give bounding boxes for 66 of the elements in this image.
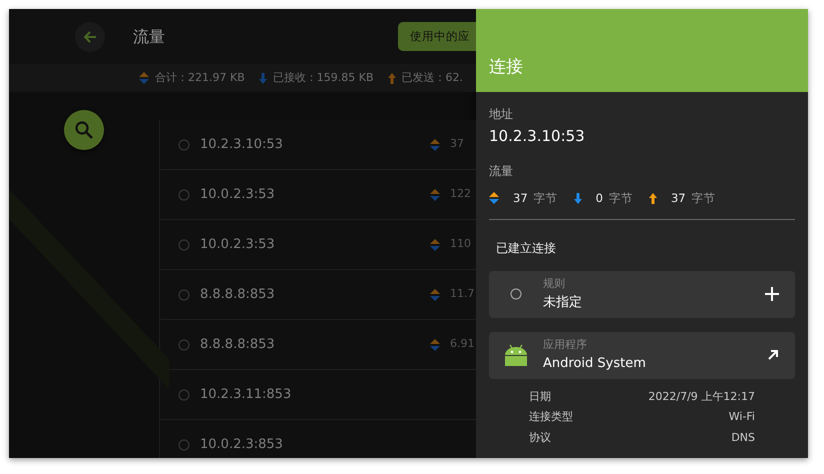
circle-icon <box>178 338 190 350</box>
app-tile[interactable]: 应用程序 Android System <box>489 332 795 379</box>
summary-stat: 合计：221.97 KB <box>155 70 245 86</box>
info-label: 连接类型 <box>529 409 573 426</box>
field-label: 流量 <box>489 162 514 180</box>
tile-label: 应用程序 <box>543 337 588 354</box>
plus-icon[interactable] <box>765 287 779 302</box>
connection-traffic: 110 <box>450 236 471 252</box>
info-value: 2022/7/9 上午12:17 <box>648 388 755 405</box>
connection-address: 10.0.2.3:53 <box>200 186 276 204</box>
up-down-arrows-icon <box>430 138 440 150</box>
circle-icon <box>178 438 190 450</box>
circle-icon <box>178 288 190 300</box>
address-value: 10.2.3.10:53 <box>489 126 586 147</box>
connection-status: 已建立连接 <box>496 240 557 257</box>
apps-in-use-button[interactable]: 使用中的应 <box>398 22 476 52</box>
info-label: 日期 <box>529 388 551 405</box>
back-arrow-icon <box>82 28 98 44</box>
tile-label: 规则 <box>543 276 566 292</box>
back-button[interactable] <box>75 22 105 52</box>
connection-traffic: 122 <box>450 186 471 202</box>
info-value: DNS <box>731 430 755 446</box>
traffic-amount: 0 <box>596 190 603 206</box>
connection-traffic: 6.91 <box>450 336 474 352</box>
info-value: Wi-Fi <box>728 409 755 426</box>
circle-icon <box>178 188 190 200</box>
traffic-amount: 37 <box>670 190 686 206</box>
connection-traffic: 37 <box>450 136 464 152</box>
info-label: 协议 <box>529 430 551 446</box>
up-arrow-icon <box>388 72 396 84</box>
down-arrow-icon <box>574 192 582 204</box>
up-down-arrows-icon <box>139 72 149 84</box>
tile-value: 未指定 <box>543 294 583 312</box>
circle-icon <box>510 288 522 300</box>
traffic-unit: 字节 <box>534 190 558 206</box>
tile-value: Android System <box>543 354 647 373</box>
page-title: 流量 <box>133 26 165 48</box>
traffic-amount: 37 <box>513 190 528 206</box>
circle-icon <box>178 238 190 250</box>
robot-icon <box>504 344 528 366</box>
summary-stat: 已发送：62. <box>402 70 463 86</box>
up-down-arrows-icon <box>430 338 440 350</box>
up-down-arrows-icon <box>430 238 440 250</box>
connection-address: 10.0.2.3:853 <box>200 436 284 454</box>
traffic-unit: 字节 <box>692 190 716 206</box>
circle-icon <box>178 388 190 400</box>
connection-address: 10.2.3.10:53 <box>200 136 284 154</box>
connection-address: 10.2.3.11:853 <box>200 386 292 404</box>
search-icon <box>74 120 94 140</box>
circle-icon <box>178 138 190 150</box>
summary-stat: 已接收：159.85 KB <box>272 70 374 86</box>
connection-traffic: 11.7 <box>450 286 474 302</box>
up-arrow-icon <box>648 192 657 204</box>
field-label: 地址 <box>489 106 514 123</box>
up-down-arrows-icon <box>430 188 440 200</box>
up-down-arrows-icon <box>430 288 440 300</box>
up-down-arrows-icon <box>489 192 499 204</box>
search-button[interactable] <box>64 110 104 150</box>
connection-address: 8.8.8.8:853 <box>200 286 276 304</box>
connection-address: 8.8.8.8:853 <box>200 336 276 354</box>
connection-address: 10.0.2.3:53 <box>200 236 276 254</box>
open-external-icon[interactable] <box>767 349 779 362</box>
panel-title: 连接 <box>476 9 808 92</box>
traffic-unit: 字节 <box>608 190 633 206</box>
down-arrow-icon <box>258 72 267 84</box>
rule-tile[interactable]: 规则 未指定 <box>489 270 795 318</box>
